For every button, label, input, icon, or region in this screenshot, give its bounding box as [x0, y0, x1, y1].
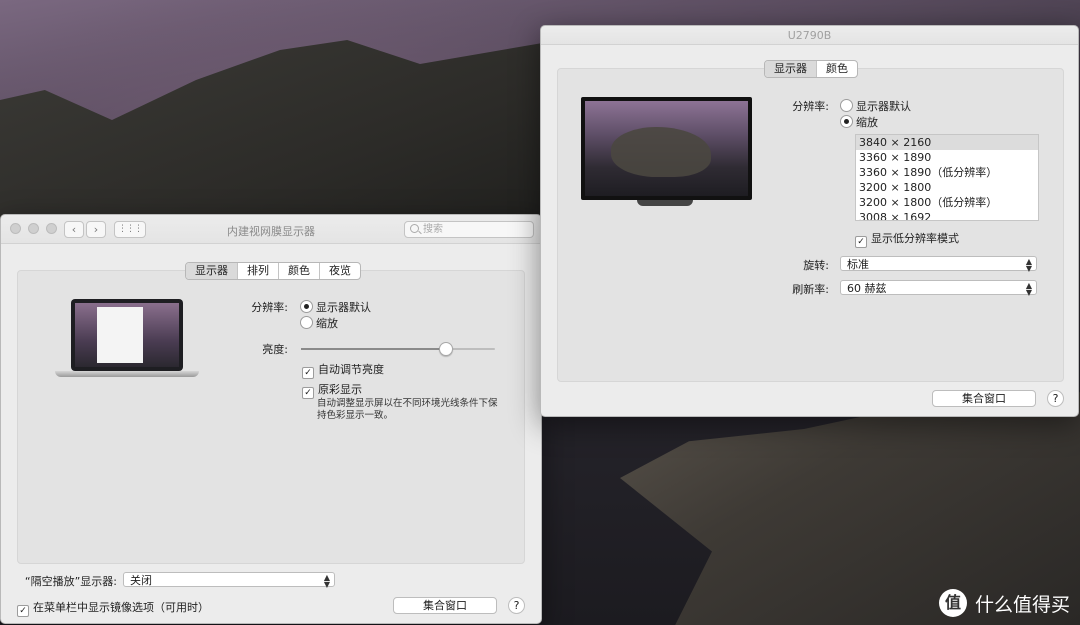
chevron-updown-icon: ▲ ▼	[1025, 281, 1032, 297]
resolution-label: 分辨率:	[251, 301, 288, 314]
gather-windows-button[interactable]: 集合窗口	[393, 597, 497, 614]
builtin-display-window: ‹ › ⋮⋮⋮ 内建视网膜显示器 搜索 显示器 排列 颜色 夜览 分辨率: 显示…	[0, 214, 542, 624]
resolution-label: 分辨率:	[792, 100, 829, 113]
external-display-window: U2790B 显示器 颜色 分辨率: 显示器默认 缩放 3840 × 2160 …	[540, 25, 1079, 417]
laptop-image	[55, 299, 199, 389]
tab-display[interactable]: 显示器	[186, 263, 238, 279]
resolution-option-scaled[interactable]: 缩放	[840, 114, 878, 130]
gather-windows-button[interactable]: 集合窗口	[932, 390, 1036, 407]
builtin-tab-bar: 显示器 排列 颜色 夜览	[185, 262, 361, 280]
menubar-mirror-checkbox[interactable]: ✓ 在菜单栏中显示镜像选项（可用时）	[17, 599, 209, 617]
refresh-label: 刷新率:	[792, 283, 829, 296]
airplay-label: “隔空播放”显示器:	[24, 575, 117, 588]
watermark-text: 什么值得买	[974, 593, 1070, 616]
resolution-item[interactable]: 3008 × 1692	[856, 210, 1038, 220]
resolution-option-scaled[interactable]: 缩放	[300, 315, 338, 331]
search-placeholder: 搜索	[423, 224, 443, 235]
rotation-label: 旋转:	[803, 259, 829, 272]
brightness-knob[interactable]	[438, 342, 453, 356]
show-low-res-checkbox[interactable]: ✓ 显示低分辨率模式	[855, 230, 959, 248]
resolution-item[interactable]: 3360 × 1890（低分辨率）	[856, 165, 1038, 180]
resolution-option-default[interactable]: 显示器默认	[300, 299, 371, 315]
help-button[interactable]: ?	[508, 597, 525, 614]
true-tone-checkbox[interactable]: ✓ 原彩显示	[302, 381, 362, 399]
tab-night-shift[interactable]: 夜览	[320, 263, 360, 279]
external-titlebar: U2790B	[541, 26, 1078, 45]
external-tab-bar: 显示器 颜色	[764, 60, 858, 78]
brightness-slider[interactable]	[301, 342, 495, 356]
radio-button[interactable]	[300, 316, 313, 329]
tab-display[interactable]: 显示器	[765, 61, 817, 77]
resolution-item[interactable]: 3200 × 1800	[856, 180, 1038, 195]
search-icon	[410, 224, 419, 233]
window-title: U2790B	[787, 29, 832, 42]
refresh-popup[interactable]: 60 赫兹 ▲ ▼	[840, 280, 1037, 297]
watermark-logo-icon: 值	[938, 589, 967, 617]
rotation-popup[interactable]: 标准 ▲ ▼	[840, 256, 1037, 273]
chevron-updown-icon: ▲ ▼	[323, 573, 330, 589]
radio-button[interactable]	[840, 115, 853, 128]
desktop-island-left	[0, 40, 560, 240]
resolution-item[interactable]: 3200 × 1800（低分辨率）	[856, 195, 1038, 210]
check-icon[interactable]: ✓	[855, 236, 867, 248]
resolution-option-default[interactable]: 显示器默认	[840, 98, 911, 114]
brightness-label: 亮度:	[262, 343, 288, 356]
true-tone-description: 自动调整显示屏以在不同环境光线条件下保持色彩显示一致。	[317, 398, 498, 421]
resolution-item[interactable]: 3360 × 1890	[856, 150, 1038, 165]
radio-button[interactable]	[840, 99, 853, 112]
airplay-popup[interactable]: 关闭 ▲ ▼	[123, 572, 335, 589]
tab-color[interactable]: 颜色	[279, 263, 320, 279]
tab-color[interactable]: 颜色	[817, 61, 857, 77]
check-icon[interactable]: ✓	[302, 367, 314, 379]
chevron-updown-icon: ▲ ▼	[1025, 257, 1032, 273]
tab-arrangement[interactable]: 排列	[238, 263, 279, 279]
check-icon[interactable]: ✓	[17, 605, 29, 617]
monitor-image	[581, 97, 752, 209]
resolution-item[interactable]: 3840 × 2160	[856, 135, 1038, 150]
resolution-list[interactable]: 3840 × 2160 3360 × 1890 3360 × 1890（低分辨率…	[855, 134, 1039, 221]
brightness-fill	[301, 348, 445, 350]
search-field[interactable]: 搜索	[404, 221, 534, 238]
site-watermark: 值 什么值得买	[938, 589, 1070, 617]
help-button[interactable]: ?	[1047, 390, 1064, 407]
auto-brightness-checkbox[interactable]: ✓ 自动调节亮度	[302, 361, 384, 379]
radio-button[interactable]	[300, 300, 313, 313]
builtin-titlebar: ‹ › ⋮⋮⋮ 内建视网膜显示器 搜索	[1, 215, 541, 244]
check-icon[interactable]: ✓	[302, 387, 314, 399]
